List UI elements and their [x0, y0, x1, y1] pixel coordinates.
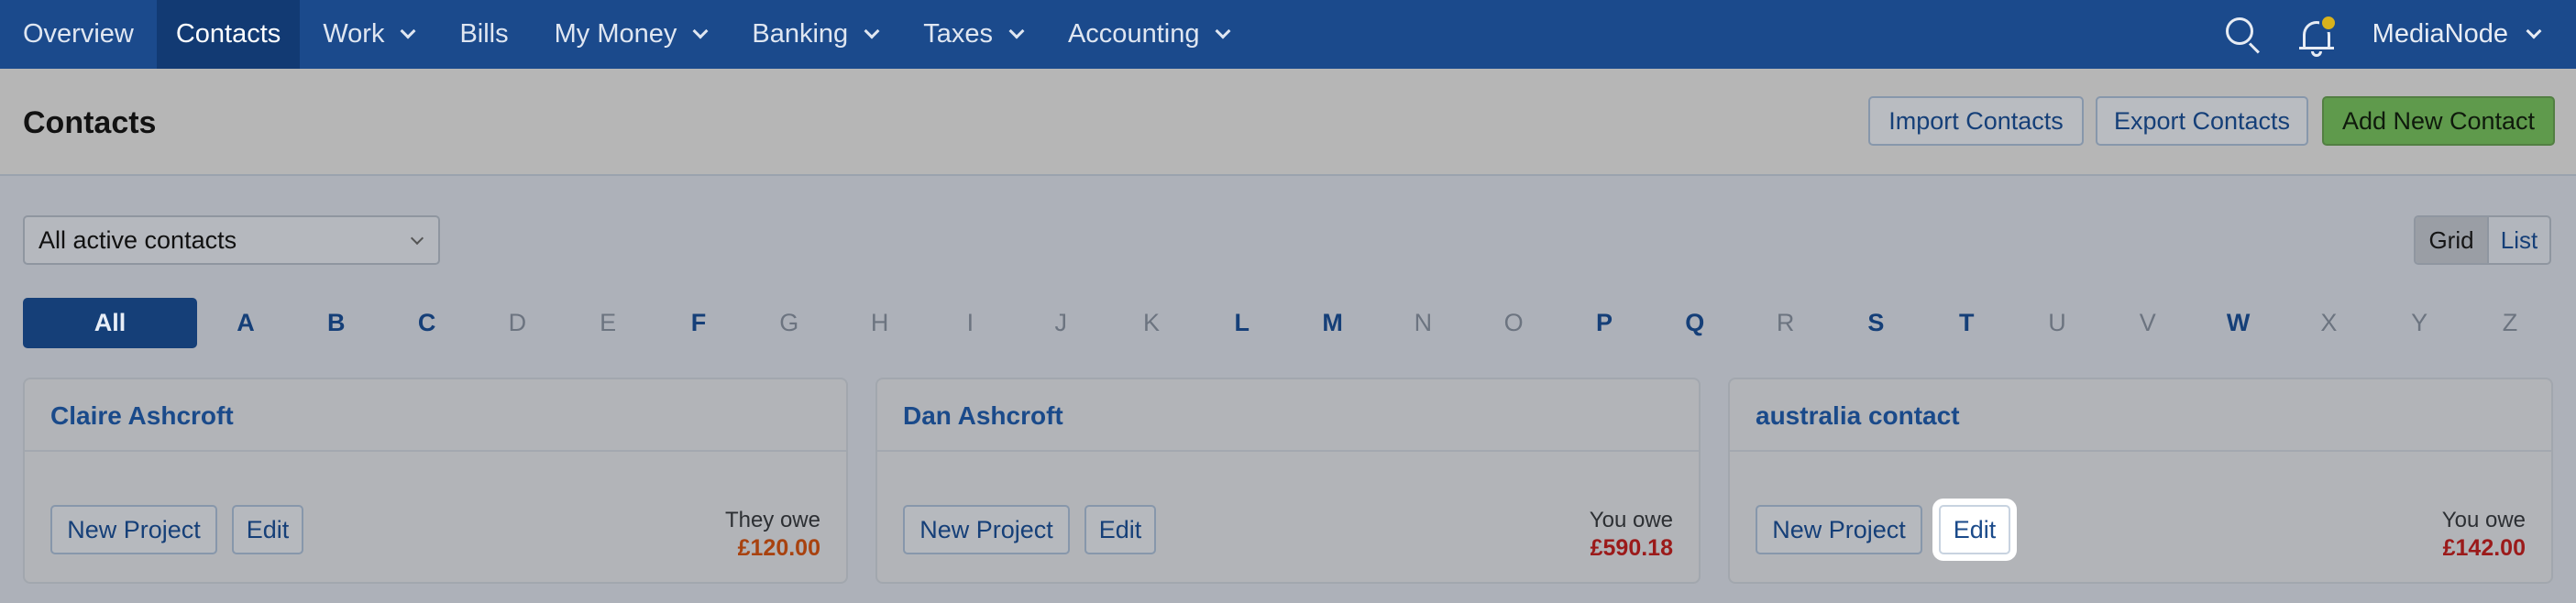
- notification-dot: [2318, 13, 2338, 32]
- nav-label: Banking: [752, 19, 849, 49]
- contact-name-link[interactable]: australia contact: [1756, 401, 1960, 431]
- letter-x-button[interactable]: X: [2310, 298, 2347, 348]
- letter-w-button[interactable]: W: [2220, 298, 2257, 348]
- top-nav: Overview Contacts Work Bills My Money Ba…: [0, 0, 2576, 69]
- chevron-down-icon: [410, 231, 424, 246]
- letter-e-button[interactable]: E: [589, 298, 626, 348]
- divider: [1730, 450, 2551, 452]
- letter-i-button[interactable]: I: [952, 298, 988, 348]
- letter-g-button[interactable]: G: [771, 298, 808, 348]
- owe-label: You owe: [1589, 508, 1673, 532]
- owe-amount: £120.00: [737, 535, 820, 561]
- contact-filter-select[interactable]: All active contacts: [23, 215, 440, 265]
- grid-view-button[interactable]: Grid: [2416, 217, 2489, 263]
- divider: [877, 450, 1699, 452]
- letter-b-button[interactable]: B: [318, 298, 355, 348]
- export-contacts-button[interactable]: Export Contacts: [2096, 96, 2308, 146]
- nav-taxes[interactable]: Taxes: [900, 0, 1045, 69]
- nav-my-money[interactable]: My Money: [532, 0, 730, 69]
- letter-s-button[interactable]: S: [1857, 298, 1894, 348]
- nav-label: Accounting: [1067, 19, 1200, 49]
- nav-label: Bills: [459, 19, 509, 49]
- balance: You owe £590.18: [1590, 508, 1673, 562]
- nav-contacts[interactable]: Contacts: [156, 0, 301, 69]
- letter-u-button[interactable]: U: [2039, 298, 2075, 348]
- edit-button[interactable]: Edit: [232, 505, 303, 554]
- nav-work[interactable]: Work: [300, 0, 436, 69]
- new-project-button[interactable]: New Project: [1756, 505, 1922, 554]
- page-title: Contacts: [23, 105, 157, 140]
- letter-k-button[interactable]: K: [1133, 298, 1170, 348]
- account-menu[interactable]: MediaNode: [2372, 19, 2542, 49]
- contact-card: Dan Ashcroft New Project Edit You owe £5…: [875, 378, 1701, 584]
- letter-t-button[interactable]: T: [1948, 298, 1985, 348]
- letter-p-button[interactable]: P: [1586, 298, 1623, 348]
- nav-bills[interactable]: Bills: [436, 0, 531, 69]
- new-project-button[interactable]: New Project: [50, 505, 217, 554]
- owe-label: You owe: [2441, 508, 2526, 532]
- new-project-button[interactable]: New Project: [903, 505, 1070, 554]
- letter-f-button[interactable]: F: [680, 298, 717, 348]
- letter-c-button[interactable]: C: [409, 298, 446, 348]
- chevron-down-icon: [2526, 23, 2542, 38]
- nav-accounting[interactable]: Accounting: [1045, 0, 1252, 69]
- letter-d-button[interactable]: D: [499, 298, 535, 348]
- nav-label: Taxes: [923, 19, 993, 49]
- owe-amount: £142.00: [2442, 535, 2526, 561]
- nav-label: Overview: [23, 19, 134, 49]
- chevron-down-icon: [864, 23, 880, 38]
- contact-card: Claire Ashcroft New Project Edit They ow…: [23, 378, 848, 584]
- owe-amount: £590.18: [1590, 535, 1673, 561]
- letter-h-button[interactable]: H: [862, 298, 898, 348]
- nav-banking[interactable]: Banking: [729, 0, 900, 69]
- nav-label: Contacts: [175, 19, 281, 49]
- chevron-down-icon: [400, 23, 416, 38]
- contact-card: australia contact New Project Edit You o…: [1728, 378, 2553, 584]
- bell-icon[interactable]: [2297, 12, 2339, 58]
- chevron-down-icon: [1215, 23, 1231, 38]
- letter-l-button[interactable]: L: [1224, 298, 1260, 348]
- account-name: MediaNode: [2372, 19, 2508, 49]
- letter-all-button[interactable]: All: [23, 298, 197, 348]
- letter-v-button[interactable]: V: [2130, 298, 2166, 348]
- select-value: All active contacts: [39, 225, 237, 254]
- chevron-down-icon: [692, 23, 709, 38]
- search-icon[interactable]: [2222, 15, 2262, 55]
- edit-button[interactable]: Edit: [1084, 505, 1156, 554]
- chevron-down-icon: [1008, 23, 1025, 38]
- letter-q-button[interactable]: Q: [1677, 298, 1713, 348]
- list-view-button[interactable]: List: [2489, 217, 2549, 263]
- alphabet-filter: All A B C D E F G H I J K L M N O P Q R S T U V W X Y Z: [23, 298, 2551, 348]
- owe-label: They owe: [724, 508, 820, 532]
- contact-name-link[interactable]: Dan Ashcroft: [903, 401, 1063, 431]
- contact-name-link[interactable]: Claire Ashcroft: [50, 401, 234, 431]
- letter-m-button[interactable]: M: [1315, 298, 1351, 348]
- letter-n-button[interactable]: N: [1404, 298, 1441, 348]
- nav-right: MediaNode: [2222, 0, 2576, 69]
- divider: [25, 450, 846, 452]
- letter-r-button[interactable]: R: [1767, 298, 1804, 348]
- nav-overview[interactable]: Overview: [0, 0, 157, 69]
- nav-label: Work: [323, 19, 385, 49]
- balance: They owe £120.00: [725, 508, 820, 562]
- nav-label: My Money: [554, 19, 677, 49]
- add-new-contact-button[interactable]: Add New Contact: [2322, 96, 2555, 146]
- letter-y-button[interactable]: Y: [2401, 298, 2438, 348]
- letter-o-button[interactable]: O: [1495, 298, 1532, 348]
- balance: You owe £142.00: [2442, 508, 2526, 562]
- letter-j-button[interactable]: J: [1042, 298, 1079, 348]
- view-toggle: Grid List: [2414, 215, 2551, 265]
- import-contacts-button[interactable]: Import Contacts: [1868, 96, 2084, 146]
- letter-a-button[interactable]: A: [227, 298, 264, 348]
- edit-button[interactable]: Edit: [1939, 505, 2010, 554]
- page-header: Contacts Import Contacts Export Contacts…: [0, 69, 2576, 176]
- letter-z-button[interactable]: Z: [2492, 298, 2528, 348]
